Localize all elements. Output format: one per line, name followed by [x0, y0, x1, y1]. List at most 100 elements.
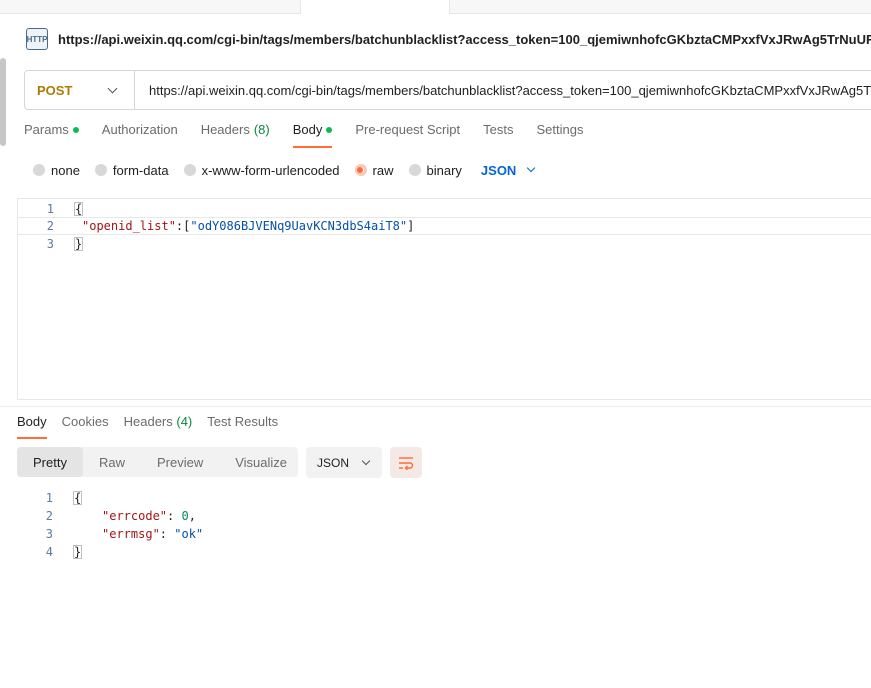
request-body-editor[interactable]: 1 { 2 "openid_list":["odY086BJVENq9UavKC…	[17, 198, 871, 400]
code-line: 3 "errmsg": "ok"	[17, 525, 871, 543]
radio-label: form-data	[112, 162, 169, 178]
code-text: {	[73, 491, 83, 505]
tab-label: Cookies	[61, 414, 109, 429]
json-punct: ]	[407, 219, 415, 233]
code-line: 2 "openid_list":["odY086BJVENq9UavKCN3db…	[18, 217, 871, 235]
tab-response-headers[interactable]: Headers (4)	[124, 414, 193, 439]
tab-label: Body	[17, 414, 47, 429]
json-key: "errcode"	[102, 509, 168, 523]
json-value: 0	[181, 509, 189, 523]
tab-authorization[interactable]: Authorization	[102, 122, 178, 148]
headers-count: (8)	[253, 122, 270, 137]
status-dot-icon	[326, 127, 333, 133]
radio-label: binary	[426, 162, 462, 178]
tab-label: Test Results	[207, 414, 279, 429]
body-format-select[interactable]: JSON	[480, 162, 536, 178]
http-icon: HTTP	[26, 28, 48, 50]
tab-pre-request-script[interactable]: Pre-request Script	[355, 122, 460, 148]
radio-label: x-www-form-urlencoded	[201, 162, 340, 178]
code-text: }	[73, 545, 83, 559]
body-type-raw[interactable]: raw	[354, 162, 394, 178]
json-value: "odY086BJVENq9UavKCN3dbS4aiT8"	[190, 219, 408, 233]
line-number: 1	[45, 491, 53, 505]
tab-label: Settings	[536, 122, 584, 137]
line-number: 1	[46, 202, 54, 216]
json-value: "ok"	[174, 527, 204, 541]
brace: }	[73, 545, 83, 559]
tab-label: Tests	[483, 122, 514, 137]
json-punct: :	[167, 509, 182, 523]
body-type-binary[interactable]: binary	[408, 162, 462, 178]
radio-icon	[183, 164, 196, 176]
code-line: 4 }	[17, 543, 871, 561]
pane-divider[interactable]	[0, 406, 871, 407]
wrap-lines-icon	[399, 456, 414, 470]
request-tabs: Params Authorization Headers (8) Body Pre…	[24, 122, 606, 148]
format-label: JSON	[480, 162, 517, 178]
request-title[interactable]: https://api.weixin.qq.com/cgi-bin/tags/m…	[58, 32, 871, 47]
line-number: 2	[45, 509, 53, 523]
code-text: "errcode": 0,	[102, 509, 196, 523]
url-bar: POST https://api.weixin.qq.com/cgi-bin/t…	[24, 70, 871, 110]
line-number: 4	[45, 545, 53, 559]
tab-params[interactable]: Params	[24, 122, 79, 148]
code-line: 3 }	[18, 235, 871, 253]
format-label: JSON	[317, 455, 350, 470]
chevron-down-icon	[527, 163, 536, 173]
code-line: 1 {	[17, 489, 871, 507]
code-text: }	[74, 237, 84, 251]
active-request-tab[interactable]	[300, 0, 450, 14]
tab-test-results[interactable]: Test Results	[207, 414, 278, 439]
view-visualize-button[interactable]: Visualize	[219, 447, 303, 477]
request-title-row: HTTP https://api.weixin.qq.com/cgi-bin/t…	[26, 24, 871, 54]
brace: {	[74, 202, 84, 216]
tab-label: Authorization	[101, 122, 178, 137]
tab-label: Pre-request Script	[355, 122, 461, 137]
code-text: "openid_list":["odY086BJVENq9UavKCN3dbS4…	[82, 219, 414, 233]
line-number: 2	[46, 219, 54, 233]
radio-label: raw	[372, 162, 394, 178]
tab-tests[interactable]: Tests	[483, 122, 513, 148]
view-raw-button[interactable]: Raw	[83, 447, 141, 477]
code-text: {	[74, 202, 84, 216]
response-tabs: Body Cookies Headers (4) Test Results	[17, 414, 293, 440]
view-preview-button[interactable]: Preview	[141, 447, 219, 477]
url-input[interactable]: https://api.weixin.qq.com/cgi-bin/tags/m…	[135, 71, 871, 109]
json-punct: ,	[188, 509, 196, 523]
top-tab-strip	[0, 0, 871, 14]
response-format-select[interactable]: JSON	[306, 447, 382, 478]
response-body-viewer[interactable]: 1 { 2 "errcode": 0, 3 "errmsg": "ok" 4 }	[17, 488, 871, 568]
method-select[interactable]: POST	[25, 71, 135, 109]
body-type-options: none form-data x-www-form-urlencoded raw…	[33, 160, 536, 180]
headers-count: (4)	[176, 414, 193, 429]
body-type-urlencoded[interactable]: x-www-form-urlencoded	[183, 162, 340, 178]
tab-label: Headers	[200, 122, 250, 137]
scrollbar[interactable]	[0, 58, 6, 146]
json-key: "errmsg"	[102, 527, 160, 541]
view-mode-group: Pretty Raw Preview Visualize	[17, 447, 298, 477]
tab-settings[interactable]: Settings	[536, 122, 583, 148]
brace: {	[73, 491, 83, 505]
json-punct: :[	[175, 219, 191, 233]
code-line: 2 "errcode": 0,	[17, 507, 871, 525]
status-dot-icon	[72, 127, 79, 133]
radio-icon	[33, 164, 45, 176]
line-number: 3	[45, 527, 53, 541]
line-number: 3	[46, 237, 54, 251]
radio-icon	[408, 164, 421, 176]
tab-cookies[interactable]: Cookies	[62, 414, 109, 439]
wrap-lines-button[interactable]	[390, 447, 422, 478]
tab-body[interactable]: Body	[292, 122, 333, 148]
radio-icon	[94, 164, 107, 176]
view-pretty-button[interactable]: Pretty	[17, 447, 83, 477]
json-punct: :	[159, 527, 175, 541]
body-type-none[interactable]: none	[33, 163, 80, 178]
code-text: "errmsg": "ok"	[102, 527, 203, 541]
tab-headers[interactable]: Headers (8)	[201, 122, 270, 148]
body-type-form-data[interactable]: form-data	[94, 162, 169, 178]
radio-checked-icon	[354, 164, 367, 176]
chevron-down-icon	[361, 456, 371, 465]
tab-response-body[interactable]: Body	[17, 414, 47, 439]
method-label: POST	[37, 82, 73, 98]
radio-label: none	[51, 162, 80, 178]
